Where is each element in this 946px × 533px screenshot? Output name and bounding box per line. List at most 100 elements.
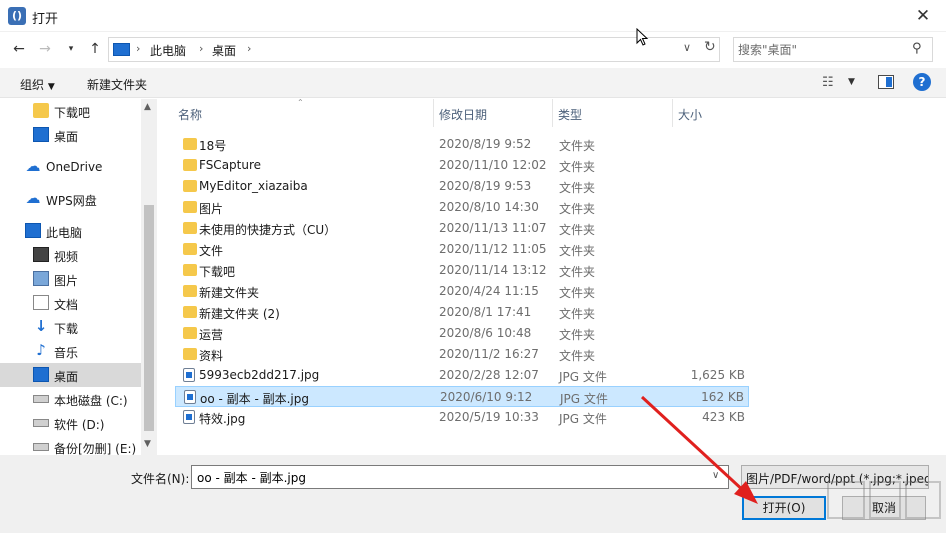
column-header-size[interactable]: 大小 (678, 106, 702, 123)
file-type: 文件夹 (559, 328, 596, 342)
folder-icon (183, 159, 197, 171)
drive-icon (33, 419, 49, 427)
back-arrow-icon[interactable]: ← (8, 38, 30, 60)
sidebar-scrollbar[interactable]: ▲ ▼ (141, 99, 157, 455)
title-bar: () 打开 ✕ (0, 0, 946, 32)
recent-locations-chevron-icon[interactable]: ▾ (60, 38, 82, 60)
organize-menu[interactable]: 组织 ▼ (20, 76, 55, 93)
sidebar-item-label: WPS网盘 (46, 194, 97, 208)
sidebar-item-label: 下载吧 (54, 106, 91, 120)
file-name: FSCapture (199, 158, 262, 172)
file-row[interactable]: 特效.jpg 2020/5/19 10:33 JPG 文件 423 KB (175, 407, 749, 428)
search-box[interactable]: ⚲ (733, 37, 933, 62)
file-name: 5993ecb2dd217.jpg (199, 368, 320, 382)
sidebar-item[interactable]: 文档 (0, 291, 141, 315)
file-row[interactable]: FSCapture 2020/11/10 12:02 文件夹 (175, 155, 749, 176)
file-date: 2020/8/1 17:41 (439, 305, 532, 319)
sidebar-item-label: 软件 (D:) (54, 418, 105, 432)
sidebar-item[interactable]: ☁ WPS网盘 (0, 187, 141, 211)
chevron-down-icon: ▼ (47, 82, 55, 92)
file-row[interactable]: 新建文件夹 (2) 2020/8/1 17:41 文件夹 (175, 302, 749, 323)
filename-dropdown-chevron-icon[interactable]: ∨ (712, 470, 719, 481)
file-date: 2020/11/12 11:05 (439, 242, 547, 256)
sidebar-item[interactable]: 视频 (0, 243, 141, 267)
folder-icon (183, 306, 197, 318)
sidebar-item[interactable]: 桌面 (0, 363, 141, 387)
file-type: JPG 文件 (560, 392, 608, 406)
column-divider[interactable] (433, 99, 434, 127)
breadcrumb-chevron-icon[interactable]: › (199, 42, 203, 55)
breadcrumb-desktop[interactable]: 桌面 (212, 42, 236, 59)
sidebar-item[interactable]: 下载吧 (0, 99, 141, 123)
sidebar-item-label: 本地磁盘 (C:) (54, 394, 128, 408)
file-row[interactable]: 新建文件夹 2020/4/24 11:15 文件夹 (175, 281, 749, 302)
file-date: 2020/8/10 14:30 (439, 200, 539, 214)
search-icon[interactable]: ⚲ (912, 41, 922, 56)
sidebar-item[interactable]: 图片 (0, 267, 141, 291)
sidebar-item[interactable]: 备份[勿删] (E:) (0, 435, 141, 455)
breadcrumb-chevron-icon[interactable]: › (136, 42, 140, 55)
up-arrow-icon[interactable]: ↑ (84, 38, 106, 60)
file-type: 文件夹 (559, 202, 596, 216)
command-toolbar: 组织 ▼ 新建文件夹 ☷ ▼ ? (0, 68, 946, 98)
scroll-up-icon[interactable]: ▲ (144, 102, 151, 112)
column-header-name[interactable]: 名称 (178, 106, 202, 123)
open-button[interactable]: 打开(O) (742, 496, 826, 520)
column-divider[interactable] (552, 99, 553, 127)
file-list: ⌃ 名称 修改日期 类型 大小 18号 2020/8/19 9:52 文件夹 FSCa… (157, 98, 946, 455)
file-row[interactable]: 资料 2020/11/2 16:27 文件夹 (175, 344, 749, 365)
file-row[interactable]: 5993ecb2dd217.jpg 2020/2/28 12:07 JPG 文件 1,… (175, 365, 749, 386)
new-folder-button[interactable]: 新建文件夹 (87, 76, 147, 93)
file-type: JPG 文件 (559, 370, 607, 384)
address-bar[interactable]: › 此电脑 › 桌面 › ∨ ↻ (108, 37, 720, 62)
filename-combobox[interactable]: ∨ (191, 465, 729, 489)
file-name: 未使用的快捷方式（CU） (199, 223, 337, 237)
refresh-icon[interactable]: ↻ (704, 39, 720, 55)
file-row[interactable]: 未使用的快捷方式（CU） 2020/11/13 11:07 文件夹 (175, 218, 749, 239)
folder-icon (183, 243, 197, 255)
file-type: 文件夹 (559, 223, 596, 237)
file-row[interactable]: oo - 副本 - 副本.jpg 2020/6/10 9:12 JPG 文件 162 … (175, 386, 749, 407)
file-date: 2020/11/13 11:07 (439, 221, 547, 235)
preview-pane-icon[interactable] (878, 75, 894, 89)
column-divider[interactable] (672, 99, 673, 127)
file-name: 18号 (199, 139, 227, 153)
file-row[interactable]: 图片 2020/8/10 14:30 文件夹 (175, 197, 749, 218)
navigation-pane: 下载吧 桌面 ☁ OneDrive ☁ WPS网盘 此电脑 视频 图片 文档 ↓ 下载 ♪ 音乐 桌面 本地磁… (0, 99, 157, 455)
sidebar-item[interactable]: 此电脑 (0, 219, 141, 243)
close-button[interactable]: ✕ (900, 0, 946, 32)
file-row[interactable]: 文件 2020/11/12 11:05 文件夹 (175, 239, 749, 260)
forward-arrow-icon[interactable]: → (34, 38, 56, 60)
file-date: 2020/2/28 12:07 (439, 368, 539, 382)
sidebar-item[interactable]: 桌面 (0, 123, 141, 147)
scroll-down-icon[interactable]: ▼ (144, 439, 151, 449)
sidebar-item[interactable]: 本地磁盘 (C:) (0, 387, 141, 411)
breadcrumb-chevron-icon[interactable]: › (247, 42, 251, 55)
sidebar-item-label: 此电脑 (46, 226, 83, 240)
file-row[interactable]: MyEditor_xiazaiba 2020/8/19 9:53 文件夹 (175, 176, 749, 197)
column-header-date[interactable]: 修改日期 (439, 106, 487, 123)
file-name: 资料 (199, 349, 224, 363)
address-dropdown-chevron-icon[interactable]: ∨ (683, 41, 691, 54)
sidebar-item[interactable]: ☁ OneDrive (0, 155, 141, 179)
sidebar-item[interactable]: ↓ 下载 (0, 315, 141, 339)
column-header-type[interactable]: 类型 (558, 106, 582, 123)
organize-label: 组织 (20, 78, 45, 92)
scrollbar-thumb[interactable] (144, 205, 154, 431)
music-icon: ♪ (36, 341, 46, 359)
sidebar-item[interactable]: 软件 (D:) (0, 411, 141, 435)
folder-icon (33, 103, 49, 118)
sidebar-item[interactable]: ♪ 音乐 (0, 339, 141, 363)
breadcrumb-this-pc[interactable]: 此电脑 (150, 42, 186, 59)
view-options-icon[interactable]: ☷ (822, 75, 834, 90)
filename-input[interactable] (197, 469, 697, 485)
file-row[interactable]: 下载吧 2020/11/14 13:12 文件夹 (175, 260, 749, 281)
file-size: 1,625 KB (690, 368, 745, 382)
view-chevron-down-icon[interactable]: ▼ (848, 77, 855, 87)
help-icon[interactable]: ? (913, 73, 931, 91)
search-input[interactable] (738, 41, 906, 59)
file-row[interactable]: 18号 2020/8/19 9:52 文件夹 (175, 134, 749, 155)
file-row[interactable]: 运营 2020/8/6 10:48 文件夹 (175, 323, 749, 344)
folder-icon (183, 201, 197, 213)
file-date: 2020/11/2 16:27 (439, 347, 539, 361)
